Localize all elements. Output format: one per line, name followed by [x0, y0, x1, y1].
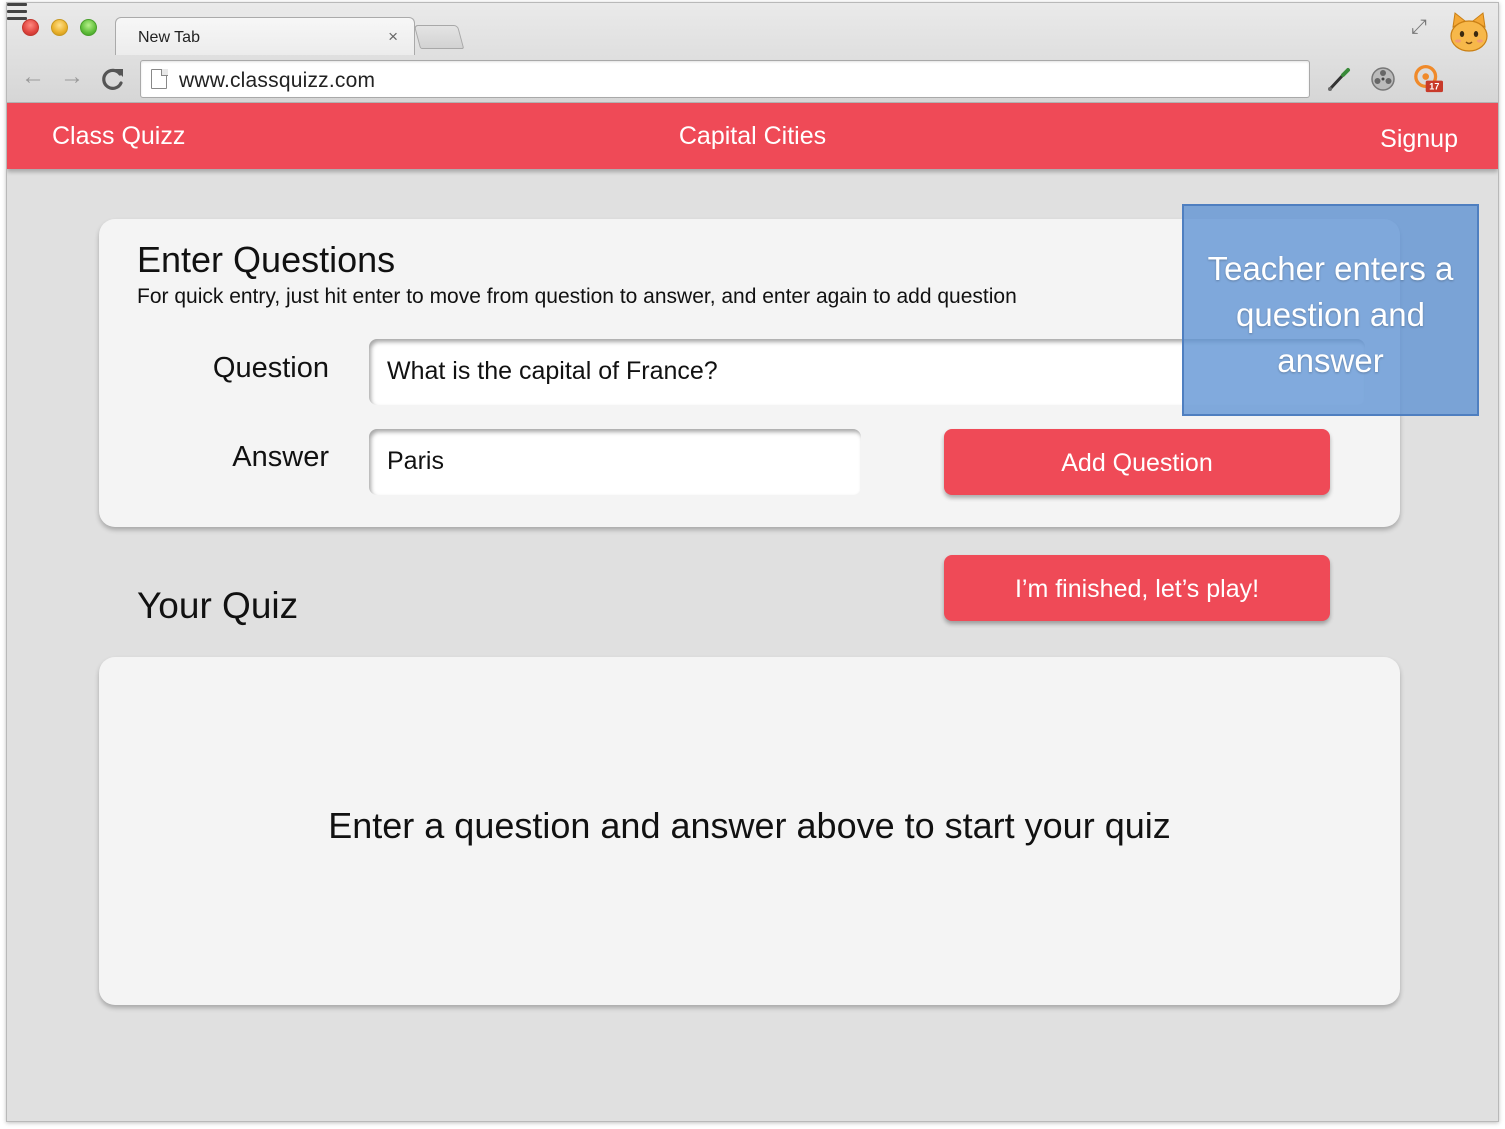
rss-badge-icon[interactable]: 17	[1411, 65, 1447, 93]
question-label: Question	[212, 352, 329, 384]
callout-line: question and	[1236, 296, 1425, 333]
add-question-button[interactable]: Add Question	[944, 429, 1330, 495]
quiz-title: Capital Cities	[678, 122, 827, 150]
address-bar[interactable]: www.classquizz.com	[140, 60, 1310, 98]
empty-quiz-message: Enter a question and answer above to sta…	[328, 805, 1171, 846]
your-quiz-heading: Your Quiz	[137, 585, 299, 626]
close-window-button[interactable]	[22, 19, 39, 36]
reload-icon[interactable]	[100, 66, 126, 92]
callout-text: Teacher enters a question and answer	[1184, 246, 1477, 384]
forward-arrow-icon[interactable]: →	[60, 65, 84, 89]
answer-label: Answer	[232, 441, 329, 473]
tab-title: New Tab	[138, 29, 200, 46]
callout-line: Teacher enters a	[1207, 250, 1454, 287]
enter-questions-heading: Enter Questions	[137, 239, 396, 280]
your-quiz-panel: Enter a question and answer above to sta…	[99, 657, 1400, 1005]
callout-line: answer	[1277, 342, 1384, 379]
browser-window: New Tab × ⤢ ← → www.classquizz.com 17 Cl…	[6, 2, 1499, 1122]
signup-link[interactable]: Signup	[1380, 125, 1458, 154]
browser-toolbar: New Tab × ⤢ ← → www.classquizz.com 17	[7, 3, 1498, 103]
app-header: Class Quizz Capital Cities Signup	[7, 103, 1498, 169]
browser-tab[interactable]: New Tab ×	[115, 17, 415, 55]
eyedropper-icon[interactable]	[1325, 65, 1353, 93]
close-icon[interactable]: ×	[388, 27, 398, 47]
url-text[interactable]: www.classquizz.com	[179, 69, 375, 93]
back-arrow-icon[interactable]: ←	[21, 65, 45, 89]
quick-entry-hint: For quick entry, just hit enter to move …	[137, 285, 1017, 308]
page-icon	[151, 68, 168, 89]
minimize-window-button[interactable]	[51, 19, 68, 36]
film-reel-icon[interactable]	[1369, 65, 1397, 93]
hamburger-menu-icon[interactable]	[7, 3, 27, 21]
play-button[interactable]: I’m finished, let’s play!	[944, 555, 1330, 621]
zoom-window-button[interactable]	[80, 19, 97, 36]
answer-input[interactable]: Paris	[369, 429, 861, 495]
cat-avatar-icon[interactable]	[1447, 11, 1491, 53]
annotation-callout: Teacher enters a question and answer	[1182, 204, 1479, 416]
new-tab-button[interactable]	[413, 25, 465, 49]
extension-badge-count: 17	[1429, 82, 1439, 92]
fullscreen-icon[interactable]: ⤢	[1411, 16, 1427, 39]
